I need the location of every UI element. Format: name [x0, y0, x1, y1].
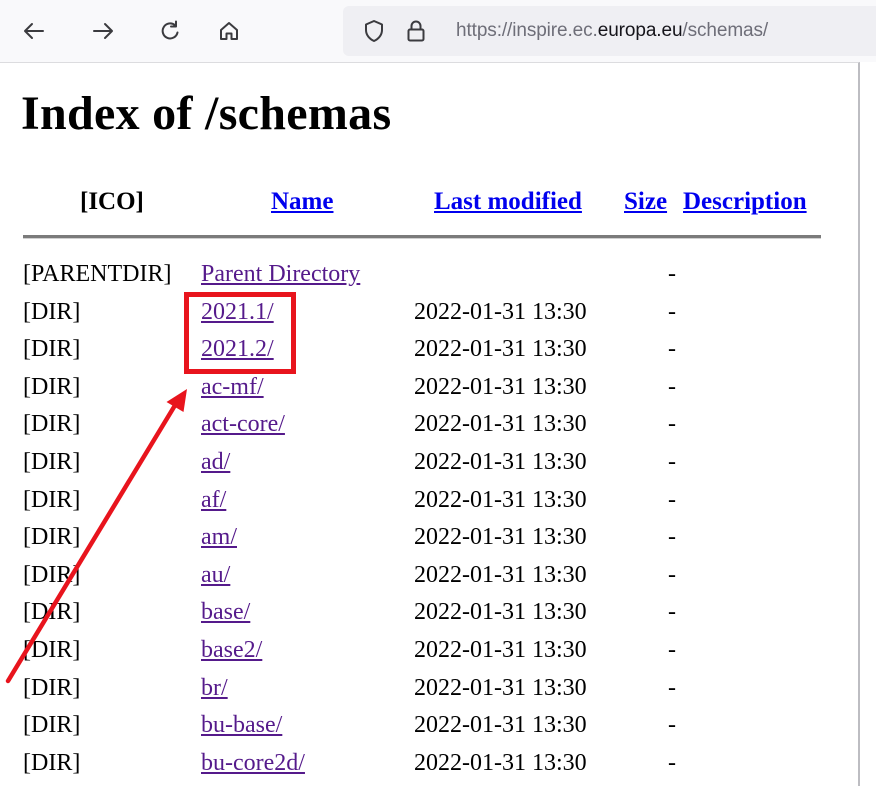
row-last-modified: 2022-01-31 13:30 [414, 712, 587, 739]
page-title: Index of /schemas [21, 87, 392, 140]
directory-link[interactable]: au/ [201, 562, 230, 589]
row-size: - [668, 749, 676, 776]
table-row: [PARENTDIR] Parent Directory - [0, 261, 860, 299]
directory-link[interactable]: act-core/ [201, 411, 285, 438]
table-row: [DIR] bu-base/2022-01-31 13:30 - [0, 712, 860, 750]
row-last-modified: 2022-01-31 13:30 [414, 336, 587, 363]
directory-link[interactable]: ad/ [201, 449, 230, 476]
home-icon [220, 22, 238, 40]
directory-link[interactable]: base2/ [201, 637, 262, 664]
row-icon-label: [DIR] [23, 637, 81, 663]
directory-link[interactable]: af/ [201, 487, 226, 514]
column-header-description-link[interactable]: Description [683, 188, 807, 216]
row-last-modified: 2022-01-31 13:30 [414, 637, 587, 663]
forward-button[interactable] [86, 14, 120, 48]
arrow-right-icon [93, 23, 113, 39]
row-size: - [668, 298, 676, 325]
directory-link[interactable]: br/ [201, 675, 228, 702]
row-last-modified: 2022-01-31 13:30 [414, 411, 587, 438]
table-row: [DIR] 2021.2/2022-01-31 13:30- [0, 336, 860, 374]
row-icon-label: [DIR] [23, 561, 81, 588]
url-suffix: /schemas/ [682, 20, 769, 41]
reload-button[interactable] [153, 14, 187, 48]
table-row: [DIR] ad/2022-01-31 13:30 - [0, 449, 860, 487]
table-row: [DIR] 2021.1/2022-01-31 13:30- [0, 299, 860, 337]
shield-icon[interactable] [363, 19, 385, 43]
directory-link[interactable]: base/ [201, 599, 250, 626]
row-size: - [668, 524, 676, 551]
directory-link[interactable]: am/ [201, 524, 237, 551]
column-header-last-modified-link[interactable]: Last modified [434, 188, 582, 216]
url-text[interactable]: https://inspire.ec.europa.eu/schemas/ [456, 20, 768, 42]
row-size: - [668, 486, 676, 513]
table-row: [DIR] af/2022-01-31 13:30 - [0, 487, 860, 525]
row-size: - [668, 336, 676, 363]
row-last-modified: 2022-01-31 13:30 [414, 486, 587, 513]
row-icon-label: [DIR] [23, 298, 81, 325]
row-icon-label: [DIR] [23, 712, 81, 739]
row-size: - [668, 449, 676, 475]
directory-link[interactable]: bu-core2d/ [201, 750, 305, 777]
table-row: [DIR] au/2022-01-31 13:30 - [0, 562, 860, 600]
row-icon-label: [DIR] [23, 749, 81, 776]
table-row: [DIR] act-core/2022-01-31 13:30 - [0, 411, 860, 449]
row-size: - [668, 561, 676, 588]
row-last-modified: 2022-01-31 13:30 [414, 298, 587, 325]
row-icon-label: [DIR] [23, 486, 81, 513]
row-last-modified: 2022-01-31 13:30 [414, 561, 587, 588]
row-size: - [668, 637, 676, 663]
table-row: [DIR] base/2022-01-31 13:30 - [0, 599, 860, 637]
header-divider [23, 235, 821, 239]
reload-icon [161, 20, 179, 40]
row-last-modified: 2022-01-31 13:30 [414, 449, 587, 475]
lock-icon[interactable] [405, 19, 427, 43]
row-icon-label: [DIR] [23, 524, 81, 551]
row-icon-label: [DIR] [23, 449, 81, 475]
address-bar[interactable]: https://inspire.ec.europa.eu/schemas/ [343, 6, 876, 56]
parent-directory-link[interactable]: Parent Directory [201, 261, 360, 288]
table-row: [DIR] br/2022-01-31 13:30 - [0, 675, 860, 713]
table-row: [DIR] base2/2022-01-31 13:30 - [0, 637, 860, 675]
browser-toolbar: https://inspire.ec.europa.eu/schemas/ [0, 0, 876, 62]
row-last-modified: 2022-01-31 13:30 [414, 373, 587, 400]
column-header-name-link[interactable]: Name [271, 188, 333, 216]
directory-link[interactable]: ac-mf/ [201, 374, 264, 401]
arrow-left-icon [24, 23, 44, 39]
row-size: - [668, 373, 676, 400]
home-button[interactable] [212, 14, 246, 48]
highlight-box [184, 292, 296, 374]
row-icon-label: [DIR] [23, 674, 81, 701]
row-last-modified: 2022-01-31 13:30 [414, 674, 587, 701]
directory-link[interactable]: bu-base/ [201, 712, 282, 739]
row-size: - [668, 411, 676, 438]
row-last-modified: 2022-01-31 13:30 [414, 599, 587, 626]
row-icon-label: [DIR] [23, 599, 81, 626]
table-row: [DIR] bu-core2d/2022-01-31 13:30 - [0, 750, 860, 788]
row-size: - [668, 712, 676, 739]
table-row: [DIR] am/2022-01-31 13:30 - [0, 524, 860, 562]
back-button[interactable] [17, 14, 51, 48]
row-size: - [668, 261, 676, 287]
row-icon-label: [DIR] [23, 373, 81, 400]
url-prefix: https://inspire.ec. [456, 20, 598, 41]
row-size: - [668, 599, 676, 626]
row-last-modified: 2022-01-31 13:30 [414, 749, 587, 776]
row-last-modified: 2022-01-31 13:30 [414, 524, 587, 551]
row-icon-label: [DIR] [23, 336, 81, 363]
row-icon-label: [PARENTDIR] [23, 261, 172, 287]
column-header-size-link[interactable]: Size [624, 188, 667, 216]
row-size: - [668, 674, 676, 701]
url-domain: europa.eu [597, 20, 683, 41]
table-row: [DIR] ac-mf/2022-01-31 13:30 - [0, 374, 860, 412]
column-header-icon: [ICO] [80, 188, 144, 215]
row-icon-label: [DIR] [23, 411, 81, 438]
